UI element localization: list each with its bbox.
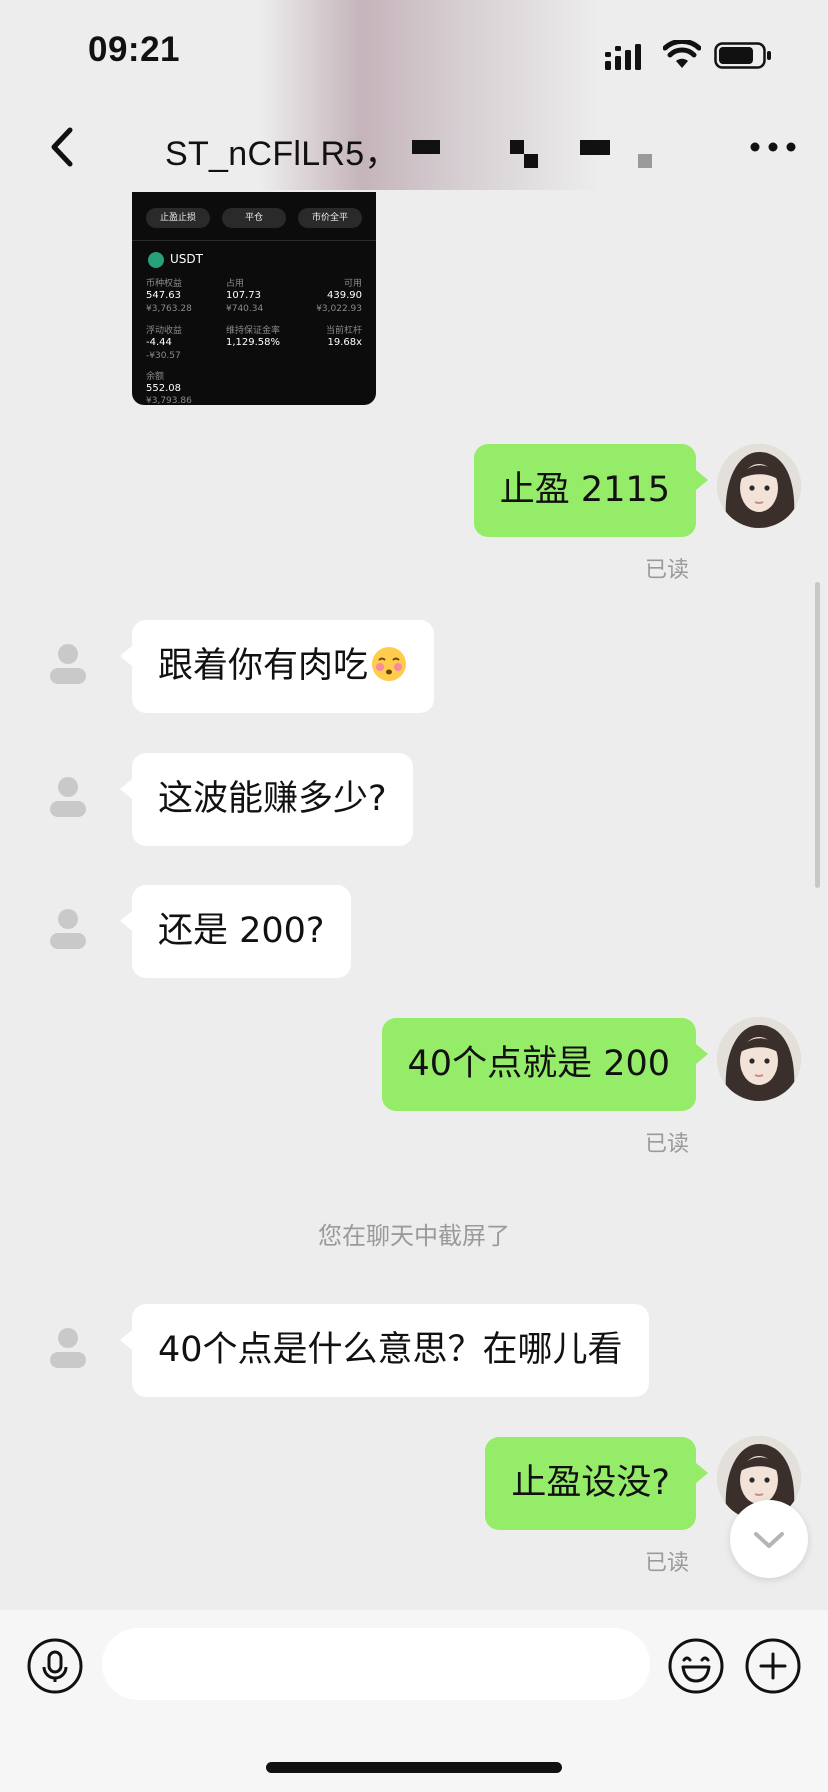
divider <box>132 240 376 241</box>
usdt-coin-icon <box>148 252 164 268</box>
cell-value: 1,129.58% <box>226 337 281 348</box>
voice-input-button[interactable] <box>26 1637 84 1695</box>
cell-label: 占用 <box>226 279 245 289</box>
read-receipt: 已读 <box>645 558 690 583</box>
message-bubble-received[interactable]: 跟着你有肉吃 <box>132 620 435 713</box>
cell-sub: ¥3,793.86 <box>146 396 192 405</box>
cell-label: 可用 <box>343 279 362 289</box>
cell-sub: ¥3,763.28 <box>146 304 192 314</box>
bubble-tail <box>120 911 132 931</box>
cell-value: 19.68x <box>327 337 362 348</box>
more-functions-button[interactable] <box>744 1637 802 1695</box>
scrollbar[interactable] <box>815 582 820 888</box>
status-time: 09:21 <box>88 30 181 69</box>
bubble-tail <box>120 1330 132 1350</box>
close-position-chip: 平仓 <box>222 208 286 228</box>
take-profit-stop-loss-chip: 止盈止损 <box>146 208 210 228</box>
read-receipt: 已读 <box>645 1551 690 1576</box>
top-bar <box>0 0 828 192</box>
cell-sub: ¥3,022.93 <box>316 304 362 314</box>
user-photo-icon <box>717 444 801 528</box>
redaction-block <box>510 140 524 154</box>
cell-label: 当前杠杆 <box>325 326 362 336</box>
cell-sub: ¥740.34 <box>226 304 264 314</box>
message-bubble-sent[interactable]: 40个点就是 200 <box>381 1018 696 1111</box>
shared-screenshot-image[interactable]: 止盈止损 平仓 市价全平 USDT 币种权益 547.63 ¥3,763.28 … <box>132 192 376 405</box>
read-receipt: 已读 <box>645 1132 690 1157</box>
cell-value: 107.73 <box>226 290 261 301</box>
contact-avatar-placeholder-icon[interactable] <box>38 1316 98 1376</box>
cell-value: 547.63 <box>146 290 181 301</box>
message-bubble-received[interactable]: 40个点是什么意思？在哪儿看 <box>132 1304 649 1397</box>
cell-label: 币种权益 <box>146 279 183 289</box>
battery-icon <box>714 42 771 69</box>
system-notice: 您在聊天中截屏了 <box>318 1222 510 1250</box>
redaction-block <box>412 140 440 154</box>
message-bubble-received[interactable]: 这波能赚多少? <box>132 753 413 846</box>
bubble-tail <box>696 1463 708 1483</box>
cell-label: 浮动收益 <box>146 326 183 336</box>
back-button[interactable] <box>42 122 82 172</box>
my-avatar[interactable] <box>717 1017 801 1101</box>
message-text: 跟着你有肉吃 <box>158 646 369 686</box>
message-bubble-sent[interactable]: 止盈 2115 <box>473 444 696 537</box>
cell-value: 439.90 <box>327 290 362 301</box>
bubble-tail <box>696 470 708 490</box>
chevron-down-icon <box>754 1532 784 1548</box>
message-bubble-received[interactable]: 还是 200? <box>132 885 351 978</box>
cell-value: 552.08 <box>146 383 181 394</box>
home-indicator[interactable] <box>266 1762 562 1773</box>
contact-avatar-placeholder-icon[interactable] <box>38 632 98 692</box>
market-close-all-chip: 市价全平 <box>298 208 362 228</box>
more-options-button[interactable] <box>748 128 798 166</box>
contact-avatar-placeholder-icon[interactable] <box>38 765 98 825</box>
my-avatar[interactable] <box>717 444 801 528</box>
bubble-tail <box>696 1044 708 1064</box>
cell-value: -4.44 <box>146 337 172 348</box>
contact-avatar-placeholder-icon[interactable] <box>38 897 98 957</box>
user-photo-icon <box>717 1017 801 1101</box>
chat-title: ST_nCFlLR5， <box>165 135 399 173</box>
bubble-tail <box>120 646 132 666</box>
redaction-block <box>638 154 652 168</box>
redaction-block <box>524 154 538 168</box>
cellular-signal-icon <box>605 44 641 70</box>
coin-name: USDT <box>170 252 203 266</box>
redaction-block <box>580 140 610 155</box>
cell-label: 余额 <box>146 372 165 382</box>
scroll-to-bottom-button[interactable] <box>730 1500 808 1578</box>
emoji-button[interactable] <box>667 1637 725 1695</box>
cell-sub: -¥30.57 <box>146 351 181 361</box>
bubble-tail <box>120 779 132 799</box>
shy-face-emoji-icon <box>372 647 407 681</box>
cell-label: 维持保证金率 <box>226 326 281 336</box>
message-input[interactable] <box>102 1628 650 1700</box>
message-bubble-sent[interactable]: 止盈设没? <box>485 1437 696 1530</box>
wifi-icon <box>663 40 701 68</box>
